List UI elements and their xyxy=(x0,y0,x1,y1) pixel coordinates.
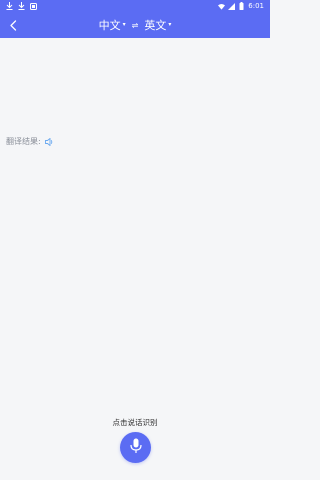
source-language-dropdown[interactable]: 中文 ▾ xyxy=(99,17,126,33)
status-right-icons: 6:01 xyxy=(218,2,264,10)
caret-down-icon: ▾ xyxy=(168,21,172,28)
signal-icon xyxy=(228,2,236,10)
target-language-dropdown[interactable]: 英文 ▾ xyxy=(144,17,171,33)
notification-icon xyxy=(30,2,37,10)
translation-result: 翻译结果: xyxy=(6,136,55,147)
status-left-icons xyxy=(6,2,37,10)
language-selector: 中文 ▾ ⇌ 英文 ▾ xyxy=(0,12,270,38)
result-label: 翻译结果: xyxy=(6,137,41,146)
main-content: 翻译结果: xyxy=(0,38,270,480)
wifi-icon xyxy=(218,2,226,10)
source-language-label: 中文 xyxy=(98,19,121,32)
battery-icon xyxy=(238,2,245,10)
speaker-icon[interactable] xyxy=(45,137,55,147)
swap-languages-icon[interactable]: ⇌ xyxy=(132,21,139,30)
microphone-icon xyxy=(129,438,142,457)
status-bar: 6:01 xyxy=(0,0,270,12)
target-language-label: 英文 xyxy=(144,19,167,32)
top-navbar: 中文 ▾ ⇌ 英文 ▾ xyxy=(0,12,270,38)
microphone-button[interactable] xyxy=(120,432,151,463)
status-time: 6:01 xyxy=(248,2,264,10)
caret-down-icon: ▾ xyxy=(122,21,126,28)
download-icon xyxy=(6,2,13,10)
voice-hint: 点击说话识别 xyxy=(112,418,158,427)
download-icon xyxy=(18,2,25,10)
